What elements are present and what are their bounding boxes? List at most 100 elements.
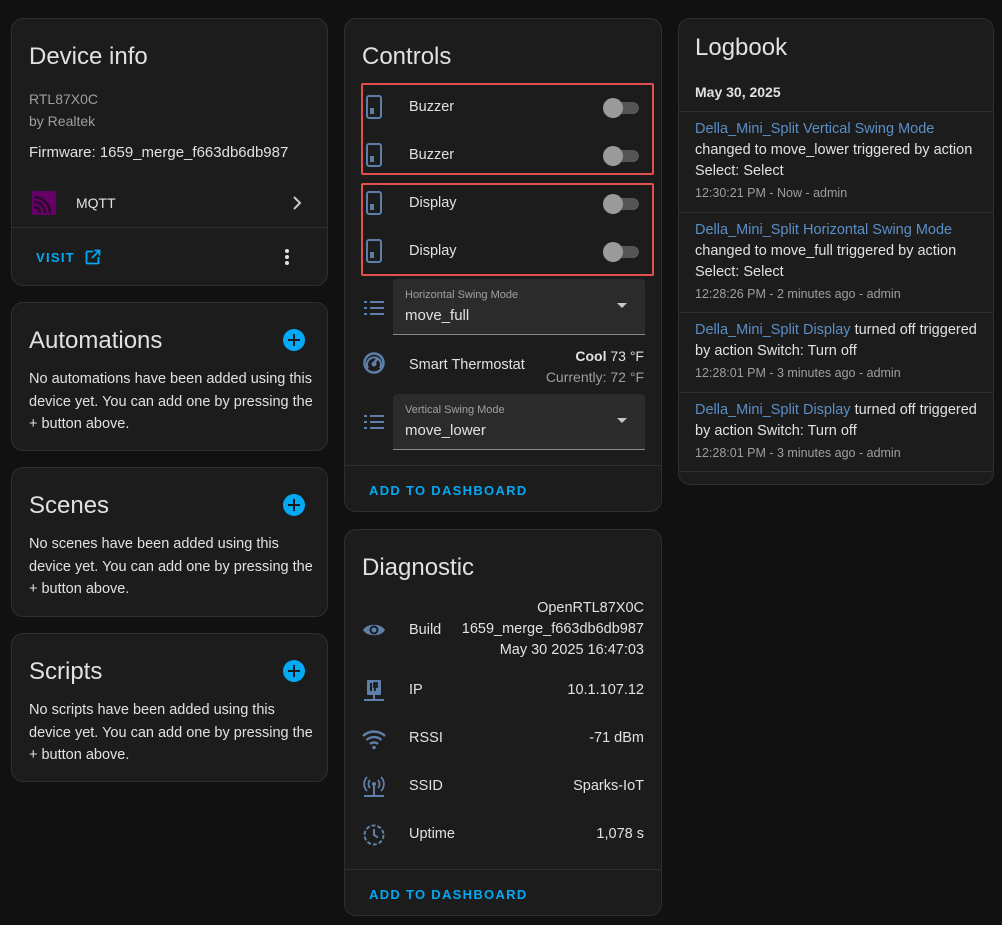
thermostat-mode: Cool (575, 348, 607, 364)
diag-row-ip[interactable]: IP 10.1.107.12 (345, 666, 661, 714)
log-message: turned off triggered (850, 402, 977, 418)
switch-label: Display (409, 195, 457, 211)
automations-title: Automations (29, 327, 163, 354)
log-entity-link[interactable]: Della_Mini_Split Horizontal Swing Mode (695, 222, 952, 238)
device-manufacturer: by Realtek (29, 113, 96, 129)
log-message: Select: Select (695, 264, 784, 280)
diag-row-uptime[interactable]: Uptime 1,078 s (345, 810, 661, 858)
logbook-title: Logbook (695, 34, 788, 61)
thermostat-row[interactable]: Smart Thermostat Cool 73 °F Currently: 7… (345, 341, 661, 391)
log-entry-meta: 12:28:26 PM - 2 minutes ago - admin (695, 287, 901, 301)
device-switch-icon (366, 191, 382, 215)
build-value-line: OpenRTL87X0C (537, 600, 644, 616)
diag-row-build[interactable]: Build OpenRTL87X0C 1659_merge_f663db6db9… (345, 598, 661, 662)
log-message: changed to move_lower triggered by actio… (695, 142, 973, 158)
device-model: RTL87X0C (29, 91, 99, 107)
add-scene-button[interactable] (283, 494, 305, 516)
diag-label: IP (409, 682, 423, 698)
thermostat-label: Smart Thermostat (409, 357, 525, 373)
horizontal-swing-select[interactable]: Horizontal Swing Mode move_full (393, 279, 645, 335)
diagnostic-divider (345, 869, 661, 870)
scenes-empty-text: No scenes have been added using this dev… (29, 536, 313, 597)
select-value: move_full (405, 307, 470, 324)
display-toggle[interactable] (603, 242, 639, 262)
diag-row-ssid[interactable]: SSID Sparks-IoT (345, 762, 661, 810)
automations-empty-text: No automations have been added using thi… (29, 371, 313, 432)
buzzer-toggle[interactable] (603, 146, 639, 166)
device-info-title: Device info (29, 43, 148, 70)
switch-row-buzzer-2: Buzzer (345, 131, 661, 179)
log-entry-text: Della_Mini_Split Horizontal Swing Mode c… (695, 220, 985, 283)
switch-label: Buzzer (409, 147, 455, 163)
thermostat-icon (363, 352, 385, 374)
controls-title: Controls (362, 43, 452, 70)
thermostat-current: Currently: 72 °F (545, 369, 644, 385)
switch-row-display-2: Display (345, 227, 661, 275)
dropdown-caret-icon (617, 303, 627, 308)
scripts-title: Scripts (29, 658, 103, 685)
scenes-card: Scenes No scenes have been added using t… (11, 467, 328, 617)
select-value: move_lower (405, 422, 486, 439)
format-list-icon (364, 301, 384, 315)
display-toggle[interactable] (603, 194, 639, 214)
build-value-line: May 30 2025 16:47:03 (499, 642, 644, 658)
diag-label: SSID (409, 778, 443, 794)
chevron-right-icon (293, 196, 302, 210)
log-entry-text: Della_Mini_Split Display turned off trig… (695, 320, 985, 362)
ip-network-icon (364, 680, 384, 701)
mqtt-logo-icon (32, 191, 56, 215)
diagnostic-card: Diagnostic Build OpenRTL87X0C 1659_merge… (344, 529, 662, 916)
controls-card: Controls Buzzer Buzzer Display Display H… (344, 18, 662, 512)
clock-outline-icon (363, 824, 385, 846)
buzzer-toggle[interactable] (603, 98, 639, 118)
logbook-card: Logbook May 30, 2025 Della_Mini_Split Ve… (678, 18, 994, 485)
build-value-line: 1659_merge_f663db6db987 (461, 621, 644, 637)
log-message: changed to move_full triggered by action (695, 243, 957, 259)
log-entry: Della_Mini_Split Display turned off trig… (679, 313, 993, 392)
diag-value: -71 dBm (589, 730, 644, 746)
thermostat-target: 73 °F (610, 348, 644, 364)
device-switch-icon (366, 143, 382, 167)
diag-label: RSSI (409, 730, 443, 746)
mqtt-integration-row[interactable]: MQTT (12, 184, 327, 224)
add-to-dashboard-button[interactable]: ADD TO DASHBOARD (369, 887, 528, 902)
wifi-icon (362, 730, 386, 750)
log-entry-text: Della_Mini_Split Display turned off trig… (695, 400, 985, 442)
add-automation-button[interactable] (283, 329, 305, 351)
log-entity-link[interactable]: Della_Mini_Split Vertical Swing Mode (695, 121, 934, 137)
device-info-card: Device info RTL87X0C by Realtek Firmware… (11, 18, 328, 286)
thermostat-state: Cool 73 °F (575, 348, 644, 364)
diag-row-rssi[interactable]: RSSI -71 dBm (345, 714, 661, 762)
visit-button[interactable]: VISIT (36, 247, 102, 267)
automations-card: Automations No automations have been add… (11, 302, 328, 451)
visit-label: VISIT (36, 249, 76, 265)
device-info-divider (12, 227, 327, 228)
log-message: by action Switch: Turn off (695, 343, 857, 359)
log-message: Select: Select (695, 163, 784, 179)
open-in-new-icon (85, 249, 102, 265)
select-label: Horizontal Swing Mode (405, 289, 519, 301)
logbook-divider (679, 471, 993, 472)
overflow-menu-icon[interactable] (277, 247, 297, 267)
log-entity-link[interactable]: Della_Mini_Split Display (695, 402, 851, 418)
format-list-icon (364, 415, 384, 429)
build-value: OpenRTL87X0C 1659_merge_f663db6db987 May… (462, 598, 644, 661)
switch-label: Buzzer (409, 99, 455, 115)
scenes-title: Scenes (29, 492, 110, 519)
log-message: by action Switch: Turn off (695, 423, 857, 439)
add-to-dashboard-button[interactable]: ADD TO DASHBOARD (369, 483, 528, 498)
log-entry-text: Della_Mini_Split Vertical Swing Mode cha… (695, 119, 985, 182)
log-entry: Della_Mini_Split Display turned off trig… (679, 393, 993, 472)
diagnostic-title: Diagnostic (362, 554, 475, 581)
vertical-swing-select[interactable]: Vertical Swing Mode move_lower (393, 394, 645, 450)
scripts-card: Scripts No scripts have been added using… (11, 633, 328, 782)
dropdown-caret-icon (617, 418, 627, 423)
select-label: Vertical Swing Mode (405, 404, 505, 416)
switch-label: Display (409, 243, 457, 259)
mqtt-label: MQTT (76, 195, 116, 211)
diag-label: Uptime (409, 826, 455, 842)
device-switch-icon (366, 95, 382, 119)
log-entity-link[interactable]: Della_Mini_Split Display (695, 322, 851, 338)
add-script-button[interactable] (283, 660, 305, 682)
log-entry: Della_Mini_Split Horizontal Swing Mode c… (679, 213, 993, 313)
